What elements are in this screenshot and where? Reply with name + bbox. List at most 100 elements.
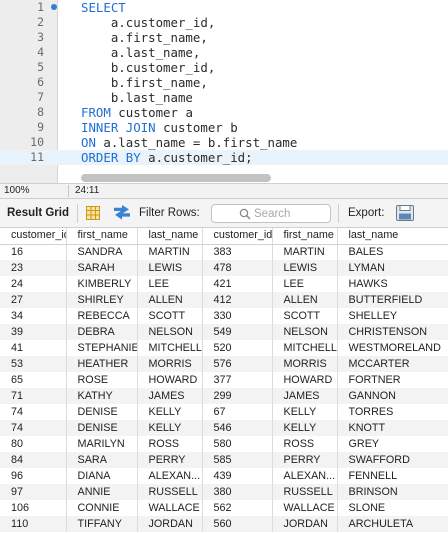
- table-cell[interactable]: MCCARTER: [337, 356, 448, 372]
- table-row[interactable]: 41 STEPHANIE MITCHELL 520 MITCHELL WESTMORELA…: [0, 340, 448, 356]
- table-cell[interactable]: DIANA: [66, 468, 138, 484]
- code-line[interactable]: 4 a.last_name,: [0, 45, 448, 60]
- table-cell[interactable]: 106: [0, 500, 67, 516]
- table-cell[interactable]: 520: [202, 340, 273, 356]
- table-cell[interactable]: MARTIN: [137, 244, 203, 260]
- filter-search-input[interactable]: [254, 206, 328, 221]
- table-cell[interactable]: MARILYN: [66, 436, 138, 452]
- table-cell[interactable]: SCOTT: [137, 308, 203, 324]
- table-cell[interactable]: 80: [0, 436, 67, 452]
- table-cell[interactable]: ROSE: [66, 372, 138, 388]
- table-row[interactable]: 97 ANNIE RUSSELL 380 RUSSELL BRINSON: [0, 484, 448, 500]
- table-cell[interactable]: 67: [202, 404, 273, 420]
- table-cell[interactable]: 23: [0, 260, 67, 276]
- table-cell[interactable]: ALLEN: [137, 292, 203, 308]
- table-cell[interactable]: 39: [0, 324, 67, 340]
- table-cell[interactable]: JAMES: [137, 388, 203, 404]
- table-cell[interactable]: 421: [202, 276, 273, 292]
- table-cell[interactable]: ROSS: [272, 436, 338, 452]
- table-cell[interactable]: PERRY: [272, 452, 338, 468]
- table-cell[interactable]: FORTNER: [337, 372, 448, 388]
- table-cell[interactable]: HAWKS: [337, 276, 448, 292]
- column-header[interactable]: last_name: [137, 228, 203, 245]
- table-cell[interactable]: 585: [202, 452, 273, 468]
- code-line[interactable]: 9 INNER JOIN customer b: [0, 120, 448, 135]
- table-row[interactable]: 53 HEATHER MORRIS 576 MORRIS MCCARTER: [0, 356, 448, 372]
- table-cell[interactable]: TORRES: [337, 404, 448, 420]
- table-cell[interactable]: 380: [202, 484, 273, 500]
- code-line[interactable]: 11 ORDER BY a.customer_id;: [0, 150, 448, 165]
- table-cell[interactable]: ALEXAN...: [137, 468, 203, 484]
- table-cell[interactable]: PERRY: [137, 452, 203, 468]
- table-cell[interactable]: 34: [0, 308, 67, 324]
- table-cell[interactable]: KELLY: [272, 420, 338, 436]
- table-cell[interactable]: ALLEN: [272, 292, 338, 308]
- table-cell[interactable]: LEE: [137, 276, 203, 292]
- table-cell[interactable]: MARTIN: [272, 244, 338, 260]
- table-cell[interactable]: WESTMORELAND: [337, 340, 448, 356]
- table-cell[interactable]: HOWARD: [137, 372, 203, 388]
- table-cell[interactable]: KATHY: [66, 388, 138, 404]
- table-cell[interactable]: CONNIE: [66, 500, 138, 516]
- table-cell[interactable]: 16: [0, 244, 67, 260]
- code-line[interactable]: 3 a.first_name,: [0, 30, 448, 45]
- table-row[interactable]: 74 DENISE KELLY 67 KELLY TORRES: [0, 404, 448, 420]
- export-icon[interactable]: [396, 205, 414, 221]
- table-cell[interactable]: KELLY: [137, 404, 203, 420]
- table-cell[interactable]: 41: [0, 340, 67, 356]
- table-cell[interactable]: 96: [0, 468, 67, 484]
- table-cell[interactable]: SHIRLEY: [66, 292, 138, 308]
- table-cell[interactable]: TIFFANY: [66, 516, 138, 532]
- table-cell[interactable]: ROSS: [137, 436, 203, 452]
- table-cell[interactable]: KNOTT: [337, 420, 448, 436]
- table-cell[interactable]: LEE: [272, 276, 338, 292]
- table-cell[interactable]: ARCHULETA: [337, 516, 448, 532]
- code-line[interactable]: 8 FROM customer a: [0, 105, 448, 120]
- code-line[interactable]: 2 a.customer_id,: [0, 15, 448, 30]
- table-cell[interactable]: HEATHER: [66, 356, 138, 372]
- table-cell[interactable]: GANNON: [337, 388, 448, 404]
- table-cell[interactable]: BUTTERFIELD: [337, 292, 448, 308]
- table-cell[interactable]: STEPHANIE: [66, 340, 138, 356]
- column-header[interactable]: first_name: [272, 228, 338, 245]
- table-cell[interactable]: MITCHELL: [272, 340, 338, 356]
- column-header[interactable]: last_name: [337, 228, 448, 245]
- table-row[interactable]: 39 DEBRA NELSON 549 NELSON CHRISTENSON: [0, 324, 448, 340]
- table-cell[interactable]: RUSSELL: [272, 484, 338, 500]
- table-cell[interactable]: KELLY: [137, 420, 203, 436]
- table-cell[interactable]: ALEXAN...: [272, 468, 338, 484]
- table-cell[interactable]: 74: [0, 404, 67, 420]
- table-cell[interactable]: 546: [202, 420, 273, 436]
- table-cell[interactable]: SWAFFORD: [337, 452, 448, 468]
- table-cell[interactable]: 562: [202, 500, 273, 516]
- result-grid-tab[interactable]: Result Grid: [7, 207, 69, 220]
- table-row[interactable]: 96 DIANA ALEXAN... 439 ALEXAN... FENNELL: [0, 468, 448, 484]
- table-cell[interactable]: 330: [202, 308, 273, 324]
- table-cell[interactable]: 478: [202, 260, 273, 276]
- table-cell[interactable]: 84: [0, 452, 67, 468]
- table-cell[interactable]: MORRIS: [137, 356, 203, 372]
- table-cell[interactable]: SHELLEY: [337, 308, 448, 324]
- table-cell[interactable]: 299: [202, 388, 273, 404]
- table-row[interactable]: 34 REBECCA SCOTT 330 SCOTT SHELLEY: [0, 308, 448, 324]
- table-cell[interactable]: WALLACE: [272, 500, 338, 516]
- table-cell[interactable]: 27: [0, 292, 67, 308]
- table-cell[interactable]: SANDRA: [66, 244, 138, 260]
- zoom-level[interactable]: 100%: [4, 184, 30, 198]
- table-cell[interactable]: 576: [202, 356, 273, 372]
- table-cell[interactable]: HOWARD: [272, 372, 338, 388]
- table-cell[interactable]: DEBRA: [66, 324, 138, 340]
- column-header[interactable]: customer_id: [202, 228, 273, 245]
- table-cell[interactable]: SARA: [66, 452, 138, 468]
- table-row[interactable]: 16 SANDRA MARTIN 383 MARTIN BALES: [0, 244, 448, 260]
- table-cell[interactable]: RUSSELL: [137, 484, 203, 500]
- table-cell[interactable]: 53: [0, 356, 67, 372]
- table-cell[interactable]: SCOTT: [272, 308, 338, 324]
- code-line[interactable]: 7 b.last_name: [0, 90, 448, 105]
- table-row[interactable]: 65 ROSE HOWARD 377 HOWARD FORTNER: [0, 372, 448, 388]
- table-row[interactable]: 106 CONNIE WALLACE 562 WALLACE SLONE: [0, 500, 448, 516]
- table-cell[interactable]: BALES: [337, 244, 448, 260]
- table-cell[interactable]: LEWIS: [272, 260, 338, 276]
- table-cell[interactable]: REBECCA: [66, 308, 138, 324]
- table-cell[interactable]: 560: [202, 516, 273, 532]
